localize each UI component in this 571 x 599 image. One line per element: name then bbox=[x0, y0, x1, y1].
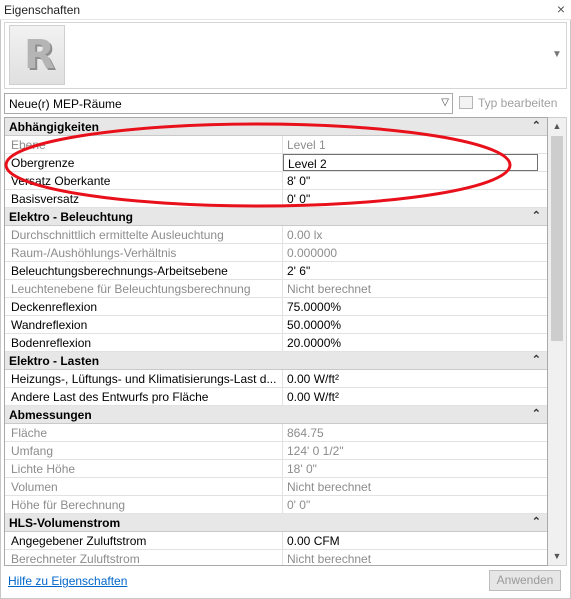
property-row: Ebene Level 1 bbox=[5, 136, 547, 154]
section-header[interactable]: Abhängigkeiten ⌃ bbox=[5, 118, 547, 136]
property-name: Obergrenze bbox=[5, 154, 283, 171]
property-name: Lichte Höhe bbox=[5, 460, 283, 477]
property-name: Beleuchtungsberechnungs-Arbeitsebene bbox=[5, 262, 283, 279]
collapse-icon[interactable]: ⌃ bbox=[532, 119, 541, 132]
section-header[interactable]: Abmessungen ⌃ bbox=[5, 406, 547, 424]
type-selector-bar: Neue(r) MEP-Räume ▽ Typ bearbeiten bbox=[4, 93, 567, 115]
revit-logo: R bbox=[9, 25, 65, 85]
scroll-down-icon[interactable]: ▼ bbox=[548, 548, 566, 565]
scroll-thumb[interactable] bbox=[551, 136, 563, 341]
property-value[interactable]: 50.0000% bbox=[283, 316, 547, 333]
type-selector-dropdown[interactable]: Neue(r) MEP-Räume ▽ bbox=[4, 93, 453, 114]
help-link[interactable]: Hilfe zu Eigenschaften bbox=[8, 574, 127, 588]
property-name: Höhe für Berechnung bbox=[5, 496, 283, 513]
type-selector-value: Neue(r) MEP-Räume bbox=[9, 97, 122, 111]
property-row: Höhe für Berechnung 0' 0" bbox=[5, 496, 547, 514]
property-row[interactable]: Basisversatz 0' 0" bbox=[5, 190, 547, 208]
section-title: Elektro - Lasten bbox=[9, 354, 100, 368]
property-name: Basisversatz bbox=[5, 190, 283, 207]
property-value: Nicht berechnet bbox=[287, 552, 372, 566]
property-value-input[interactable]: Level 2 bbox=[283, 154, 538, 171]
vertical-scrollbar[interactable]: ▲ ▼ bbox=[548, 117, 567, 566]
property-row: Berechneter Zuluftstrom Nicht berechnet bbox=[5, 550, 547, 566]
property-value: 18' 0" bbox=[287, 462, 317, 476]
property-row: Umfang 124' 0 1/2" bbox=[5, 442, 547, 460]
property-row[interactable]: Andere Last des Entwurfs pro Fläche 0.00 … bbox=[5, 388, 547, 406]
property-row: Lichte Höhe 18' 0" bbox=[5, 460, 547, 478]
property-value: 0' 0" bbox=[287, 498, 311, 512]
footer: Hilfe zu Eigenschaften Anwenden bbox=[0, 566, 571, 599]
property-value: 0.00 lx bbox=[287, 228, 323, 242]
collapse-icon[interactable]: ⌃ bbox=[532, 353, 541, 366]
section-header[interactable]: HLS-Volumenstrom ⌃ bbox=[5, 514, 547, 532]
section-title: Abhängigkeiten bbox=[9, 120, 100, 134]
scroll-up-icon[interactable]: ▲ bbox=[548, 118, 566, 135]
property-row[interactable]: Bodenreflexion 20.0000% bbox=[5, 334, 547, 352]
section-header[interactable]: Elektro - Lasten ⌃ bbox=[5, 352, 547, 370]
property-name: Raum-/Aushöhlungs-Verhältnis bbox=[5, 244, 283, 261]
property-name: Umfang bbox=[5, 442, 283, 459]
property-value[interactable]: 0.00 W/ft² bbox=[283, 370, 547, 387]
edit-type-label: Typ bearbeiten bbox=[478, 96, 558, 110]
property-name: Versatz Oberkante bbox=[5, 172, 283, 189]
property-name: Fläche bbox=[5, 424, 283, 441]
property-value: 124' 0 1/2" bbox=[287, 444, 344, 458]
property-row: Volumen Nicht berechnet bbox=[5, 478, 547, 496]
logo-letter: R bbox=[24, 32, 55, 78]
window-title: Eigenschaften bbox=[4, 3, 81, 17]
property-value[interactable]: 0.00 W/ft² bbox=[283, 388, 547, 405]
property-row: Leuchtenebene für Beleuchtungsberechnung… bbox=[5, 280, 547, 298]
property-value: Level 1 bbox=[287, 138, 326, 152]
property-row[interactable]: Beleuchtungsberechnungs-Arbeitsebene 2' 6… bbox=[5, 262, 547, 280]
section-title: Abmessungen bbox=[9, 408, 92, 422]
property-value[interactable]: 75.0000% bbox=[283, 298, 547, 315]
property-name: Andere Last des Entwurfs pro Fläche bbox=[5, 388, 283, 405]
section-title: HLS-Volumenstrom bbox=[9, 516, 121, 530]
property-name: Volumen bbox=[5, 478, 283, 495]
property-value: Nicht berechnet bbox=[287, 282, 372, 296]
property-value[interactable]: 8' 0" bbox=[283, 172, 547, 189]
preview-dropdown-icon[interactable]: ▼ bbox=[550, 48, 564, 62]
property-name: Durchschnittlich ermittelte Ausleuchtung bbox=[5, 226, 283, 243]
property-name: Angegebener Zuluftstrom bbox=[5, 532, 283, 549]
type-preview: R ▼ bbox=[4, 22, 567, 89]
property-value: 864.75 bbox=[287, 426, 324, 440]
property-row: Raum-/Aushöhlungs-Verhältnis 0.000000 bbox=[5, 244, 547, 262]
property-row: Durchschnittlich ermittelte Ausleuchtung… bbox=[5, 226, 547, 244]
property-value[interactable]: 0.00 CFM bbox=[283, 532, 547, 549]
property-row: Fläche 864.75 bbox=[5, 424, 547, 442]
property-name: Deckenreflexion bbox=[5, 298, 283, 315]
property-row[interactable]: Angegebener Zuluftstrom 0.00 CFM bbox=[5, 532, 547, 550]
property-name: Berechneter Zuluftstrom bbox=[5, 550, 283, 565]
property-value: 0.000000 bbox=[287, 246, 338, 260]
properties-grid: Abhängigkeiten ⌃ Ebene Level 1 Obergrenze Lev… bbox=[4, 117, 548, 566]
edit-type-icon bbox=[459, 96, 473, 109]
property-row[interactable]: Wandreflexion 50.0000% bbox=[5, 316, 547, 334]
collapse-icon[interactable]: ⌃ bbox=[532, 407, 541, 420]
chevron-down-icon: ▽ bbox=[441, 97, 449, 108]
property-value[interactable]: 20.0000% bbox=[283, 334, 547, 351]
property-name: Heizungs-, Lüftungs- und Klimatisierungs… bbox=[5, 370, 283, 387]
edit-type-button[interactable]: Typ bearbeiten bbox=[459, 93, 567, 114]
section-header[interactable]: Elektro - Beleuchtung ⌃ bbox=[5, 208, 547, 226]
property-value[interactable]: 0' 0" bbox=[283, 190, 547, 207]
title-bar: Eigenschaften × bbox=[0, 0, 571, 20]
property-name: Bodenreflexion bbox=[5, 334, 283, 351]
section-title: Elektro - Beleuchtung bbox=[9, 210, 134, 224]
property-row[interactable]: Obergrenze Level 2 bbox=[5, 154, 547, 172]
collapse-icon[interactable]: ⌃ bbox=[532, 209, 541, 222]
property-row[interactable]: Deckenreflexion 75.0000% bbox=[5, 298, 547, 316]
collapse-icon[interactable]: ⌃ bbox=[532, 515, 541, 528]
property-value: Nicht berechnet bbox=[287, 480, 372, 494]
property-row[interactable]: Versatz Oberkante 8' 0" bbox=[5, 172, 547, 190]
apply-button[interactable]: Anwenden bbox=[489, 570, 561, 591]
property-row[interactable]: Heizungs-, Lüftungs- und Klimatisierungs… bbox=[5, 370, 547, 388]
close-icon[interactable]: × bbox=[557, 1, 565, 17]
property-name: Wandreflexion bbox=[5, 316, 283, 333]
property-name: Leuchtenebene für Beleuchtungsberechnung bbox=[5, 280, 283, 297]
property-name: Ebene bbox=[5, 136, 283, 153]
property-value[interactable]: 2' 6" bbox=[283, 262, 547, 279]
